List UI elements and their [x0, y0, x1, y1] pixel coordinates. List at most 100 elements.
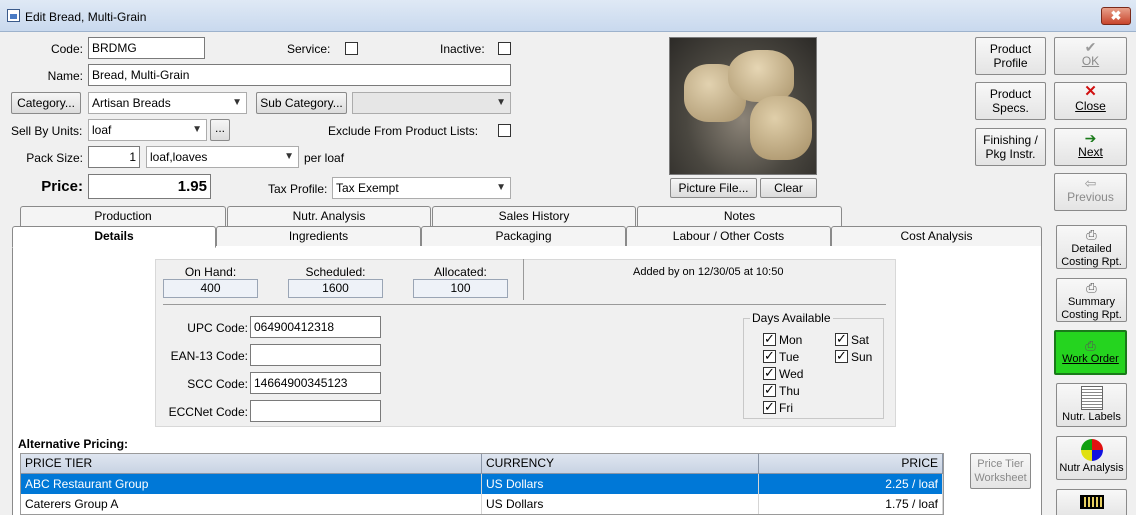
close-label: Close [1075, 99, 1106, 113]
detailed-costing-label: Detailed Costing Rpt. [1061, 243, 1122, 268]
pack-unit-value: loaf,loaves [150, 150, 208, 164]
subcategory-button[interactable]: Sub Category... [256, 92, 347, 114]
divider [523, 259, 524, 300]
category-button[interactable]: Category... [11, 92, 81, 114]
tab-ingredients[interactable]: Ingredients [216, 226, 421, 246]
tab-sales-history[interactable]: Sales History [432, 206, 636, 228]
day-sat-label: Sat [851, 333, 870, 347]
day-fri-label: Fri [779, 401, 793, 415]
exclude-checkbox[interactable] [498, 124, 511, 137]
service-checkbox[interactable] [345, 42, 358, 55]
ok-button[interactable]: ✔ OK [1054, 37, 1127, 75]
day-thu-checkbox[interactable] [763, 382, 776, 398]
barcode-button[interactable] [1056, 489, 1127, 515]
app-icon [7, 9, 20, 22]
previous-label: Previous [1067, 190, 1114, 204]
product-photo [669, 37, 817, 175]
exclude-label: Exclude From Product Lists: [328, 124, 479, 138]
next-arrow-icon: ➔ [1084, 130, 1097, 146]
title-bar: Edit Bread, Multi-Grain ✖ [0, 0, 1136, 32]
day-sun-label: Sun [851, 350, 873, 364]
chevron-down-icon: ▼ [496, 97, 506, 108]
printer-icon: ⎙ [1085, 338, 1096, 353]
tab-notes[interactable]: Notes [637, 206, 842, 228]
chevron-down-icon: ▼ [192, 124, 202, 135]
code-label: Code: [50, 42, 83, 56]
tab-packaging[interactable]: Packaging [421, 226, 626, 246]
tab-nutr-analysis[interactable]: Nutr. Analysis [227, 206, 431, 228]
column-header-price[interactable]: PRICE [759, 454, 943, 474]
table-row-price[interactable]: 2.25 / loaf [759, 474, 943, 494]
name-label: Name: [47, 69, 83, 83]
table-row-currency[interactable]: US Dollars [482, 494, 759, 514]
price-input[interactable]: 1.95 [88, 174, 211, 199]
subcategory-select[interactable]: ▼ [352, 92, 511, 114]
sell-by-browse-button[interactable]: ... [210, 119, 230, 141]
picture-clear-button[interactable]: Clear [760, 178, 817, 198]
summary-costing-report-button[interactable]: ⎙ Summary Costing Rpt. [1056, 278, 1127, 322]
ean-input[interactable] [250, 344, 381, 366]
code-input[interactable]: BRDMG [88, 37, 205, 59]
table-row-price[interactable]: 1.75 / loaf [759, 494, 943, 514]
pack-size-input[interactable]: 1 [88, 146, 140, 168]
tab-cost-analysis[interactable]: Cost Analysis [831, 226, 1042, 246]
tab-labour-costs[interactable]: Labour / Other Costs [626, 226, 831, 246]
picture-file-button[interactable]: Picture File... [670, 178, 757, 198]
ok-label: OK [1081, 54, 1100, 68]
sell-by-select[interactable]: loaf ▼ [88, 119, 207, 141]
day-fri-checkbox[interactable] [763, 399, 776, 415]
price-tier-worksheet-button[interactable]: Price Tier Worksheet [970, 453, 1031, 489]
tab-production[interactable]: Production [20, 206, 226, 228]
tab-details[interactable]: Details [12, 226, 216, 248]
added-by-text: Added by on 12/30/05 at 10:50 [633, 266, 784, 278]
tax-profile-label: Tax Profile: [268, 182, 328, 196]
table-row-currency[interactable]: US Dollars [482, 474, 759, 494]
detailed-costing-report-button[interactable]: ⎙ Detailed Costing Rpt. [1056, 225, 1127, 269]
days-available-title: Days Available [750, 311, 833, 325]
barcode-icon [1079, 495, 1104, 509]
scc-input[interactable]: 14664900345123 [250, 372, 381, 394]
tax-profile-select[interactable]: Tax Exempt ▼ [332, 177, 511, 199]
day-sat-checkbox[interactable] [835, 331, 848, 347]
day-sun-checkbox[interactable] [835, 348, 848, 364]
product-specs-button[interactable]: Product Specs. [975, 82, 1046, 120]
chevron-down-icon: ▼ [232, 97, 242, 108]
inactive-label: Inactive: [440, 42, 485, 56]
column-header-price-tier[interactable]: PRICE TIER [21, 454, 482, 474]
work-order-button[interactable]: ⎙ Work Order [1054, 330, 1127, 375]
nutrition-labels-button[interactable]: Nutr. Labels [1056, 383, 1127, 427]
day-wed-label: Wed [779, 367, 804, 381]
column-header-currency[interactable]: CURRENCY [482, 454, 759, 474]
eccnet-label: ECCNet Code: [168, 405, 248, 419]
per-unit-label: per loaf [304, 151, 345, 165]
table-row-tier[interactable]: ABC Restaurant Group [21, 474, 482, 494]
close-icon: ✕ [1084, 83, 1097, 100]
name-input[interactable]: Bread, Multi-Grain [88, 64, 511, 86]
window-close-button[interactable]: ✖ [1101, 7, 1131, 25]
bread-loaf-image [750, 96, 812, 160]
category-select[interactable]: Artisan Breads ▼ [88, 92, 247, 114]
checkmark-icon: ✔ [1084, 39, 1097, 55]
upc-input[interactable]: 064900412318 [250, 316, 381, 338]
nutrition-analysis-button[interactable]: Nutr Analysis [1056, 436, 1127, 480]
day-wed-checkbox[interactable] [763, 365, 776, 381]
day-tue-checkbox[interactable] [763, 348, 776, 364]
pack-unit-select[interactable]: loaf,loaves ▼ [146, 146, 299, 168]
day-mon-label: Mon [779, 333, 803, 347]
product-profile-button[interactable]: Product Profile [975, 37, 1046, 75]
alt-pricing-table[interactable]: PRICE TIER CURRENCY PRICE ABC Restaurant… [20, 453, 944, 515]
scheduled-label: Scheduled: [305, 265, 366, 279]
inactive-checkbox[interactable] [498, 42, 511, 55]
work-order-label: Work Order [1062, 353, 1119, 365]
category-value: Artisan Breads [92, 96, 171, 110]
next-button[interactable]: ➔ Next [1054, 128, 1127, 166]
table-row-tier[interactable]: Caterers Group A [21, 494, 482, 514]
divider [163, 304, 886, 305]
previous-button[interactable]: ⇦ Previous [1054, 173, 1127, 211]
pack-size-label: Pack Size: [26, 151, 83, 165]
close-button[interactable]: ✕ Close [1054, 82, 1127, 120]
eccnet-input[interactable] [250, 400, 381, 422]
day-mon-checkbox[interactable] [763, 331, 776, 347]
finishing-button[interactable]: Finishing / Pkg Instr. [975, 128, 1046, 166]
nutrition-label-icon [1080, 386, 1103, 410]
